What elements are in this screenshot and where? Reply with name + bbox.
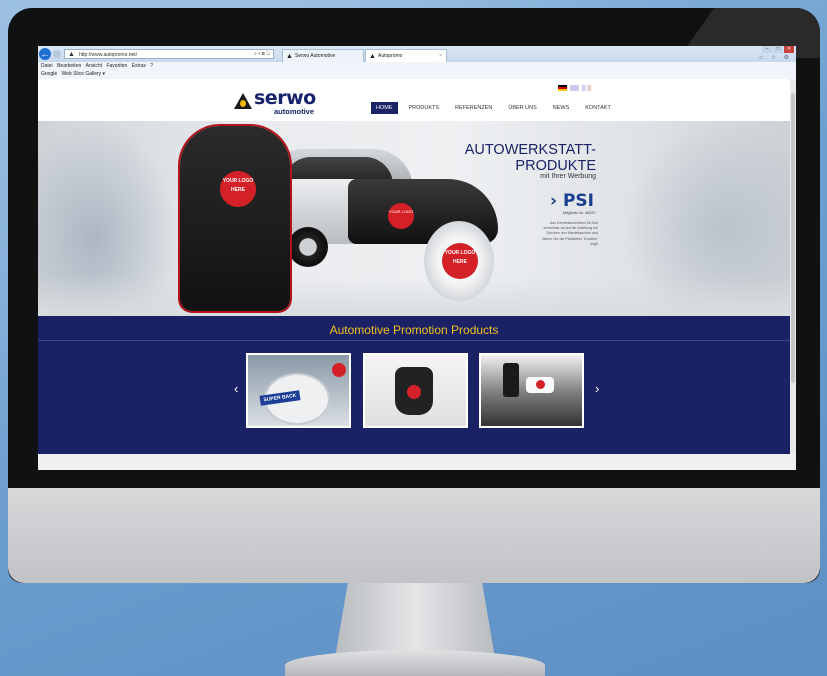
promo-section: Automotive Promotion Products ‹ SUPER BA…: [38, 316, 790, 454]
tab-autopromo[interactable]: ▲ Autopromo ×: [365, 49, 447, 62]
logo-drop-icon: [240, 100, 246, 107]
door-logo: YOUR LOGO: [388, 203, 414, 229]
gauge-key-shape: [526, 377, 554, 393]
psi-text: PSI: [562, 191, 594, 211]
tire-bag-image: YOUR LOGO HERE: [424, 221, 494, 301]
carousel-next-icon[interactable]: ›: [595, 382, 599, 395]
car-wheel: [288, 227, 328, 267]
browser-tabbar: ← ▲ http://www.autopromo.net/ ⌕ ▾ ⊠ ↻ ▲ …: [38, 46, 796, 62]
scrollbar-thumb[interactable]: [791, 93, 795, 383]
carousel-prev-icon[interactable]: ‹: [234, 382, 238, 395]
window-controls: – □ ✕: [762, 46, 794, 53]
nav-ueber-uns[interactable]: ÜBER UNS: [503, 102, 541, 114]
product-thumb-pouch[interactable]: [363, 353, 468, 428]
nav-news[interactable]: NEWS: [548, 102, 575, 114]
address-tools[interactable]: ⌕ ▾ ⊠ ↻: [254, 49, 270, 59]
gauge-shape: [503, 363, 519, 397]
back-button[interactable]: ←: [39, 48, 51, 60]
psi-logo: › PSI: [550, 191, 594, 211]
menu-extras[interactable]: Extras: [132, 63, 146, 69]
browser-screen: ← ▲ http://www.autopromo.net/ ⌕ ▾ ⊠ ↻ ▲ …: [38, 46, 796, 470]
maximize-button[interactable]: □: [773, 46, 783, 53]
menu-bearbeiten[interactable]: Bearbeiten: [57, 63, 81, 69]
close-window-button[interactable]: ✕: [784, 46, 794, 53]
tab-serwo[interactable]: ▲ Serwo Automotive: [282, 49, 364, 62]
menu-bar: Datei Bearbeiten Ansicht Favoriten Extra…: [38, 55, 796, 70]
address-text: http://www.autopromo.net/: [79, 52, 138, 58]
monitor-chin: [8, 488, 820, 583]
hero-title: AUTOWERKSTATT- PRODUKTE: [465, 142, 596, 174]
menu-ansicht[interactable]: Ansicht: [86, 63, 102, 69]
favorite-google[interactable]: Google: [41, 71, 57, 77]
page-scrollbar[interactable]: [790, 79, 796, 454]
main-nav: HOME PRODUKTS REFERENZEN ÜBER UNS NEWS K…: [371, 102, 616, 114]
minimize-button[interactable]: –: [762, 46, 772, 53]
favorite-web-slice[interactable]: Web Slice Gallery ▾: [62, 71, 106, 77]
logo-name: serwo: [254, 87, 316, 109]
gauge-logo-dot: [536, 380, 545, 389]
hero-body-text: Aus Kenntnisreichtum! Du bist erreichbar…: [542, 221, 598, 246]
tab-label: Autopromo: [378, 53, 403, 59]
pouch-logo: [407, 385, 421, 399]
menu-datei[interactable]: Datei: [41, 63, 53, 69]
product-thumb-tire-bag[interactable]: SUPER BACK: [246, 353, 351, 428]
logo-sub: automotive: [274, 107, 315, 116]
psi-member-text: Mitglieds Nr. 46020: [563, 211, 596, 215]
address-bar[interactable]: ▲ http://www.autopromo.net/: [64, 49, 274, 59]
tab-label: Serwo Automotive: [295, 53, 336, 59]
hero-banner: YOUR LOGO YOUR LOGO HERE YOUR LOGO HERE …: [38, 121, 790, 316]
seat-cover-image: YOUR LOGO HERE: [180, 126, 290, 311]
forward-button[interactable]: [53, 50, 61, 58]
hero-subtitle: mit Ihrer Werbung: [540, 173, 596, 180]
flag-en-icon[interactable]: [570, 85, 579, 91]
monitor-stand: [335, 583, 495, 658]
hero-floor: [38, 276, 790, 316]
promo-title: Automotive Promotion Products: [329, 323, 499, 337]
promo-divider: [38, 340, 790, 341]
hero-title-line1: AUTOWERKSTATT-: [464, 142, 596, 158]
nav-kontakt[interactable]: KONTAKT: [580, 102, 616, 114]
bag-logo: YOUR LOGO HERE: [442, 243, 478, 279]
flag-fr-icon[interactable]: [582, 85, 591, 91]
nav-home[interactable]: HOME: [371, 102, 398, 114]
toolbar-icons[interactable]: ⌂ ☆ ⚙: [759, 54, 792, 62]
flag-de-icon[interactable]: [558, 85, 567, 91]
hero-title-line2: PRODUKTE: [515, 158, 596, 174]
seat-logo: YOUR LOGO HERE: [220, 171, 256, 207]
pouch-shape: [395, 367, 433, 415]
page-footer-strip: [38, 454, 796, 470]
site-favicon-icon: ▲: [68, 51, 75, 58]
menu-favoriten[interactable]: Favoriten: [106, 63, 127, 69]
product-thumb-tire-gauge[interactable]: [479, 353, 584, 428]
menu-help[interactable]: ?: [150, 63, 153, 69]
site-header: serwo automotive HOME PRODUKTS REFERENZE…: [38, 79, 790, 121]
thumb-logo-dot: [332, 363, 346, 377]
monitor-stand-base: [285, 650, 545, 676]
language-flags: [558, 85, 591, 91]
nav-referenzen[interactable]: REFERENZEN: [450, 102, 497, 114]
nav-produkts[interactable]: PRODUKTS: [404, 102, 445, 114]
serwo-logo[interactable]: serwo automotive: [234, 87, 324, 117]
